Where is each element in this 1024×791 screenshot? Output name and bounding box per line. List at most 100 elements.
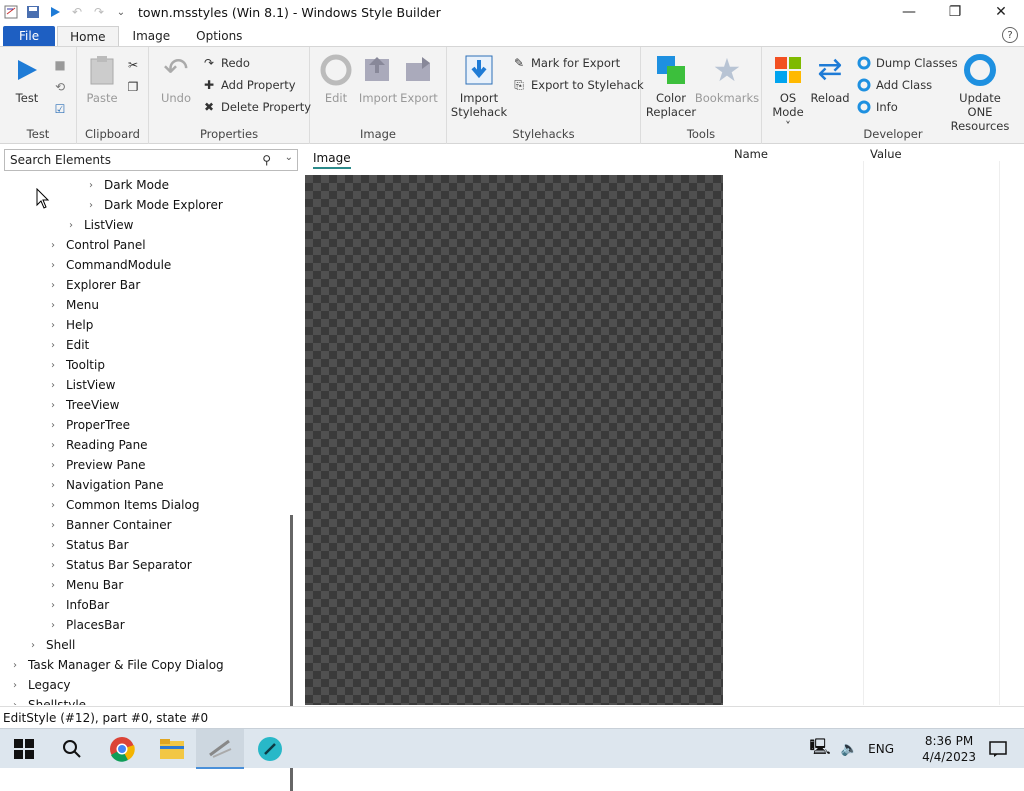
chevron-right-icon[interactable]: › bbox=[46, 560, 60, 571]
file-explorer-taskbar-button[interactable] bbox=[148, 729, 196, 769]
tree-node[interactable]: › ListView bbox=[46, 375, 115, 395]
chevron-right-icon[interactable]: › bbox=[46, 420, 60, 431]
import-button[interactable]: Import bbox=[359, 53, 397, 105]
chevron-right-icon[interactable]: › bbox=[46, 340, 60, 351]
customize-quick-access-icon[interactable]: ⌄ bbox=[110, 1, 132, 23]
chevron-right-icon[interactable]: › bbox=[46, 240, 60, 251]
stop-icon[interactable]: ■ bbox=[52, 55, 72, 75]
delete-property-button[interactable]: ✖ Delete Property bbox=[201, 97, 311, 117]
checklist-icon[interactable]: ☑ bbox=[52, 99, 72, 119]
tree-node[interactable]: › TreeView bbox=[46, 395, 119, 415]
tree-node[interactable]: › Banner Container bbox=[46, 515, 172, 535]
network-icon[interactable]: 🖳 bbox=[809, 736, 830, 763]
export-button[interactable]: Export bbox=[400, 53, 438, 105]
chevron-right-icon[interactable]: › bbox=[84, 200, 98, 211]
chrome-taskbar-button[interactable] bbox=[98, 729, 146, 769]
column-header-name[interactable]: Name bbox=[734, 147, 768, 161]
chevron-right-icon[interactable]: › bbox=[46, 480, 60, 491]
image-canvas[interactable] bbox=[305, 175, 723, 705]
redo-button[interactable]: ↷ Redo bbox=[201, 53, 250, 73]
close-button[interactable]: ✕ bbox=[978, 0, 1024, 24]
tree-node[interactable]: › PlacesBar bbox=[46, 615, 125, 635]
chevron-right-icon[interactable]: › bbox=[8, 700, 22, 706]
color-replacer-button[interactable]: Color Replacer bbox=[646, 53, 696, 119]
tab-options[interactable]: Options bbox=[184, 26, 254, 46]
undo-button[interactable]: ↶ Undo bbox=[159, 53, 193, 106]
chevron-right-icon[interactable]: › bbox=[46, 540, 60, 551]
app-icon[interactable] bbox=[0, 1, 22, 23]
tree-node[interactable]: › CommandModule bbox=[46, 255, 171, 275]
os-mode-button[interactable]: OS Mode ˅ bbox=[768, 53, 808, 133]
tree-node[interactable]: › Menu bbox=[46, 295, 99, 315]
tree-node[interactable]: › Status Bar bbox=[46, 535, 129, 555]
update-one-resources-button[interactable]: Update ONE Resources bbox=[946, 53, 1014, 133]
reload-button[interactable]: ⇄ Reload bbox=[810, 53, 849, 106]
chevron-right-icon[interactable]: › bbox=[46, 600, 60, 611]
chevron-right-icon[interactable]: › bbox=[46, 500, 60, 511]
edit-button[interactable]: Edit bbox=[320, 53, 352, 105]
tree-node[interactable]: › Common Items Dialog bbox=[46, 495, 199, 515]
tree-node[interactable]: › InfoBar bbox=[46, 595, 109, 615]
chevron-right-icon[interactable]: › bbox=[46, 380, 60, 391]
tree-node[interactable]: › ListView bbox=[64, 215, 133, 235]
search-input[interactable]: Search Elements ⚲ ⌄ bbox=[4, 149, 298, 171]
app-taskbar-button[interactable] bbox=[246, 729, 294, 769]
paste-button[interactable]: Paste bbox=[86, 53, 118, 105]
chevron-right-icon[interactable]: › bbox=[46, 460, 60, 471]
info-button[interactable]: Info bbox=[856, 97, 898, 117]
chevron-right-icon[interactable]: › bbox=[8, 680, 22, 691]
tab-home[interactable]: Home bbox=[57, 26, 119, 46]
mark-for-export-button[interactable]: ✎ Mark for Export bbox=[511, 53, 620, 73]
tree-node[interactable]: › Preview Pane bbox=[46, 455, 146, 475]
chevron-right-icon[interactable]: › bbox=[46, 360, 60, 371]
tree-node[interactable]: › Status Bar Separator bbox=[46, 555, 192, 575]
tab-image-preview[interactable]: Image bbox=[313, 151, 351, 169]
tree-node[interactable]: › Dark Mode Explorer bbox=[84, 195, 223, 215]
redo-quick-icon[interactable]: ↷ bbox=[88, 1, 110, 23]
chevron-right-icon[interactable]: › bbox=[46, 620, 60, 631]
tree-node[interactable]: › Help bbox=[46, 315, 93, 335]
volume-icon[interactable]: 🔈 bbox=[841, 741, 858, 757]
chevron-down-icon[interactable]: ⌄ bbox=[285, 152, 293, 163]
tree-node[interactable]: › Explorer Bar bbox=[46, 275, 140, 295]
tree-node[interactable]: › Reading Pane bbox=[46, 435, 148, 455]
chevron-right-icon[interactable]: › bbox=[46, 260, 60, 271]
chevron-right-icon[interactable]: › bbox=[46, 580, 60, 591]
tree-node[interactable]: › Navigation Pane bbox=[46, 475, 164, 495]
chevron-right-icon[interactable]: › bbox=[64, 220, 78, 231]
language-indicator[interactable]: ENG bbox=[868, 742, 894, 756]
maximize-button[interactable]: ❐ bbox=[932, 0, 978, 24]
tree-node[interactable]: › Task Manager & File Copy Dialog bbox=[8, 655, 224, 675]
tree-node[interactable]: › Menu Bar bbox=[46, 575, 123, 595]
tab-image[interactable]: Image bbox=[121, 26, 183, 46]
import-stylehack-button[interactable]: Import Stylehack bbox=[451, 53, 507, 119]
minimize-button[interactable]: — bbox=[886, 0, 932, 24]
tree-node[interactable]: › Control Panel bbox=[46, 235, 146, 255]
start-button[interactable] bbox=[0, 729, 48, 769]
add-property-button[interactable]: ✚ Add Property bbox=[201, 75, 296, 95]
export-to-stylehack-button[interactable]: ⎘ Export to Stylehack bbox=[511, 75, 644, 95]
undo-quick-icon[interactable]: ↶ bbox=[66, 1, 88, 23]
chevron-right-icon[interactable]: › bbox=[46, 300, 60, 311]
tree-node[interactable]: › Tooltip bbox=[46, 355, 105, 375]
run-icon[interactable] bbox=[44, 1, 66, 23]
chevron-right-icon[interactable]: › bbox=[46, 400, 60, 411]
dump-classes-button[interactable]: Dump Classes bbox=[856, 53, 958, 73]
tab-file[interactable]: File bbox=[3, 26, 56, 46]
cut-icon[interactable]: ✂ bbox=[125, 55, 145, 75]
notification-icon[interactable] bbox=[988, 739, 1008, 759]
style-builder-taskbar-button[interactable] bbox=[196, 729, 244, 769]
refresh-icon[interactable]: ⟲ bbox=[52, 77, 72, 97]
test-button[interactable]: Test bbox=[10, 53, 44, 105]
bookmarks-button[interactable]: ★ Bookmarks bbox=[695, 53, 759, 105]
tree-node[interactable]: › Shellstyle bbox=[8, 695, 86, 705]
copy-icon[interactable]: ❐ bbox=[125, 77, 145, 97]
chevron-right-icon[interactable]: › bbox=[46, 520, 60, 531]
chevron-right-icon[interactable]: › bbox=[26, 640, 40, 651]
tree-node[interactable]: › Dark Mode bbox=[84, 175, 169, 195]
search-taskbar-button[interactable] bbox=[48, 729, 96, 769]
help-icon[interactable]: ? bbox=[1002, 27, 1018, 43]
chevron-right-icon[interactable]: › bbox=[46, 320, 60, 331]
chevron-right-icon[interactable]: › bbox=[46, 280, 60, 291]
save-icon[interactable] bbox=[22, 1, 44, 23]
